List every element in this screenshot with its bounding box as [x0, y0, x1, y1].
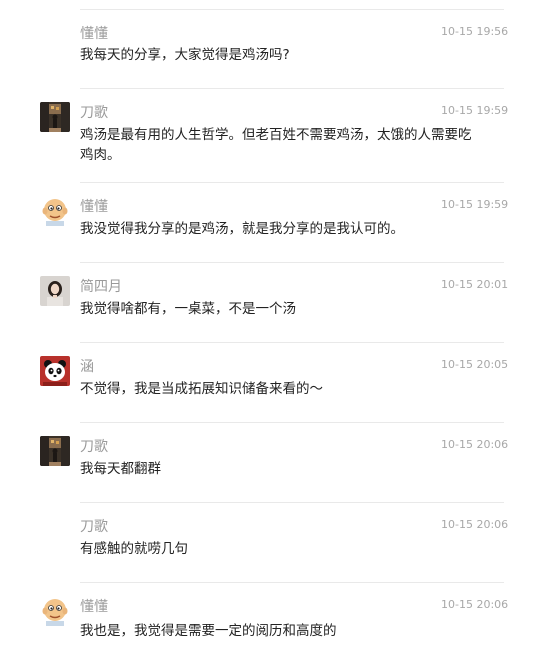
divider — [80, 422, 504, 423]
panda-avatar-icon — [40, 356, 70, 386]
message-time: 10-15 20:05 — [441, 358, 509, 371]
message-text: 我每天的分享，大家觉得是鸡汤吗? — [80, 47, 290, 63]
avatar[interactable] — [40, 356, 70, 386]
sender-name[interactable]: 涵 — [80, 358, 94, 376]
avatar[interactable] — [40, 436, 70, 466]
divider — [80, 502, 504, 503]
avatar[interactable] — [40, 276, 70, 306]
avatar[interactable] — [40, 102, 70, 132]
message-text: 有感触的就唠几句 — [80, 541, 188, 557]
divider — [80, 88, 504, 89]
message-time: 10-15 19:59 — [441, 198, 509, 211]
sender-name[interactable]: 懂懂 — [80, 198, 108, 216]
message-text: 我也是，我觉得是需要一定的阅历和高度的 — [80, 623, 337, 639]
sender-name[interactable]: 刀歌 — [80, 518, 108, 536]
divider — [80, 582, 504, 583]
sender-name[interactable]: 刀歌 — [80, 438, 108, 456]
street-photo-avatar-icon — [40, 102, 70, 132]
sender-name[interactable]: 懂懂 — [80, 598, 108, 616]
avatar[interactable] — [40, 596, 70, 626]
message-time: 10-15 20:06 — [441, 438, 509, 451]
cartoon-bald-man-avatar-icon — [40, 196, 70, 226]
message-text: 我觉得啥都有，一桌菜，不是一个汤 — [80, 301, 296, 317]
avatar[interactable] — [40, 196, 70, 226]
divider — [80, 262, 504, 263]
sender-name[interactable]: 懂懂 — [80, 25, 108, 43]
street-photo-avatar-icon — [40, 436, 70, 466]
message-time: 10-15 19:56 — [441, 25, 509, 38]
divider — [80, 182, 504, 183]
message-time: 10-15 20:06 — [441, 598, 509, 611]
message-time: 10-15 20:06 — [441, 518, 509, 531]
divider — [80, 9, 504, 10]
message-time: 10-15 20:01 — [441, 278, 509, 291]
message-text: 鸡汤是最有用的人生哲学。但老百姓不需要鸡汤，太饿的人需要吃鸡肉。 — [80, 127, 472, 163]
cartoon-bald-man-avatar-icon — [40, 596, 70, 626]
message-text: 我没觉得我分享的是鸡汤，就是我分享的是我认可的。 — [80, 221, 404, 237]
sender-name[interactable]: 简四月 — [80, 278, 122, 296]
woman-photo-avatar-icon — [40, 276, 70, 306]
message-text: 我每天都翻群 — [80, 461, 161, 477]
message-text: 不觉得，我是当成拓展知识储备来看的～ — [80, 381, 323, 397]
message-time: 10-15 19:59 — [441, 104, 509, 117]
divider — [80, 342, 504, 343]
chat-message-list: 懂懂 10-15 19:56 我每天的分享，大家觉得是鸡汤吗? 刀歌 10-15… — [0, 0, 559, 657]
sender-name[interactable]: 刀歌 — [80, 104, 108, 122]
